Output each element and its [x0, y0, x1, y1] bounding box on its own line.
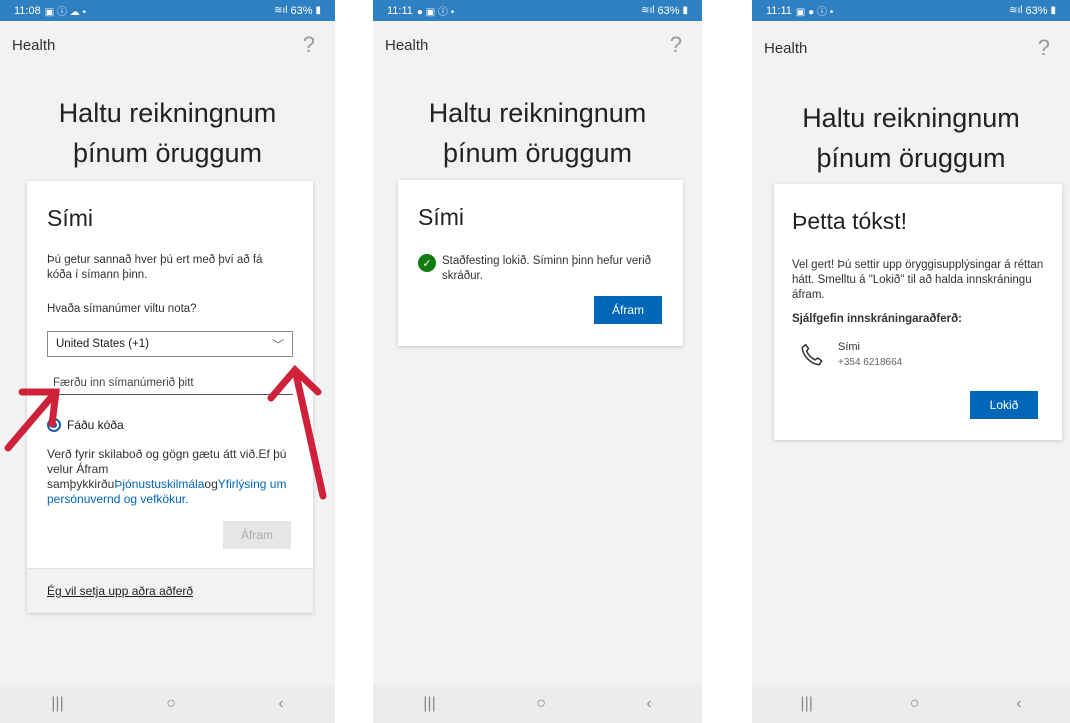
method-name: Sími [838, 341, 860, 353]
home-button[interactable]: ○ [910, 695, 920, 713]
wifi-signal-icon: ≋ıl [1009, 5, 1023, 16]
page-heading: Haltu reikningnum þínum öruggum [802, 103, 1020, 173]
status-bar: 11:11 ▣ ● ⓘ • ≋ıl 63% ▮ [752, 0, 1070, 21]
default-method-label: Sjálfgefin innskráningaraðferð: [792, 313, 962, 325]
app-title: Health [764, 39, 808, 57]
app-title: Health [12, 36, 56, 54]
back-button[interactable]: ‹ [1016, 695, 1021, 713]
home-button[interactable]: ○ [536, 695, 546, 713]
battery-level: 63% [1025, 4, 1048, 17]
phone-icon [801, 343, 823, 366]
phone-screen-2: 11:11 ● ▣ ⓘ • ≋ıl 63% ▮ Health ? Haltu r… [373, 0, 702, 723]
home-button[interactable]: ○ [166, 695, 176, 713]
phone-number-input[interactable]: Færðu inn símanúmerið þitt [47, 371, 293, 395]
battery-level: 63% [290, 4, 313, 17]
notification-icons: ▣ ⓘ ☁ • [44, 7, 87, 18]
wifi-signal-icon: ≋ıl [641, 5, 655, 16]
method-number: +354 6218664 [838, 357, 903, 368]
app-bar: Health ? [0, 21, 335, 69]
phone-screen-1: 11:08 ▣ ⓘ ☁ • ≋ıl 63% ▮ Health ? Haltu r… [0, 0, 335, 723]
back-button[interactable]: ‹ [646, 695, 651, 713]
battery-icon: ▮ [682, 5, 688, 16]
notification-icons: ● ▣ ⓘ • [416, 7, 455, 18]
wifi-signal-icon: ≋ıl [274, 5, 288, 16]
app-bar: Health ? [373, 21, 702, 69]
help-icon[interactable]: ? [1038, 35, 1050, 61]
card-title: Þetta tókst! [792, 208, 908, 234]
terms-text: Verð fyrir skilaboð og gögn gætu átt við… [47, 447, 297, 507]
battery-icon: ▮ [1050, 5, 1056, 16]
card-title: Sími [418, 204, 464, 230]
success-card: Þetta tókst! Vel gert! Þú settir upp öry… [774, 184, 1062, 440]
verification-card: Sími ✓ Staðfesting lokið. Síminn þinn he… [398, 180, 683, 346]
phone-question-label: Hvaða símanúmer viltu nota? [47, 303, 197, 315]
app-title: Health [385, 36, 429, 54]
chevron-down-icon: ﹀ [271, 337, 284, 352]
country-code-value: United States (+1) [56, 338, 150, 350]
terms-of-service-link[interactable]: Þjónustuskilmála [114, 477, 204, 491]
app-bar: Health ? [752, 24, 1070, 72]
clock: 11:11 [387, 4, 413, 17]
card-description: Þú getur sannað hver þú ert með því að f… [47, 254, 263, 281]
battery-level: 63% [657, 4, 680, 17]
clock: 11:08 [14, 4, 41, 17]
verification-status-text: Staðfesting lokið. Síminn þinn hefur ver… [442, 255, 652, 282]
terms-and: og [204, 477, 218, 491]
recent-apps-button[interactable]: ||| [51, 695, 63, 713]
receive-code-option[interactable]: Fáðu kóða [47, 418, 124, 432]
radio-label: Fáðu kóða [67, 418, 124, 432]
radio-selected-icon[interactable] [47, 418, 61, 432]
card-title: Sími [47, 205, 93, 231]
phone-setup-card: Sími Þú getur sannað hver þú ert með því… [27, 181, 313, 613]
success-message: Vel gert! Þú settir upp öryggisupplýsing… [792, 259, 1044, 301]
next-button-disabled[interactable]: Áfram [223, 521, 291, 549]
recent-apps-button[interactable]: ||| [800, 695, 812, 713]
done-button[interactable]: Lokið [970, 391, 1038, 419]
country-code-select[interactable]: United States (+1) ﹀ [47, 331, 293, 357]
recent-apps-button[interactable]: ||| [423, 695, 435, 713]
android-nav-bar: ||| ○ ‹ [752, 685, 1070, 723]
back-button[interactable]: ‹ [278, 695, 283, 713]
battery-icon: ▮ [315, 5, 321, 16]
default-method-item: Sími +354 6218664 [798, 340, 902, 370]
page-heading: Haltu reikningnum þínum öruggum [58, 98, 277, 168]
clock: 11:11 [766, 4, 792, 17]
next-button[interactable]: Áfram [594, 296, 662, 324]
android-nav-bar: ||| ○ ‹ [0, 685, 335, 723]
phone-screen-3: 11:11 ▣ ● ⓘ • ≋ıl 63% ▮ Health ? Haltu r… [752, 0, 1070, 723]
status-bar: 11:08 ▣ ⓘ ☁ • ≋ıl 63% ▮ [0, 0, 335, 21]
help-icon[interactable]: ? [670, 32, 682, 58]
verification-status: ✓ Staðfesting lokið. Síminn þinn hefur v… [418, 254, 668, 284]
help-icon[interactable]: ? [303, 32, 315, 58]
status-bar: 11:11 ● ▣ ⓘ • ≋ıl 63% ▮ [373, 0, 702, 21]
page-heading: Haltu reikningnum þínum öruggum [428, 98, 647, 168]
android-nav-bar: ||| ○ ‹ [373, 685, 702, 723]
check-circle-icon: ✓ [418, 254, 436, 272]
alternate-method-link[interactable]: Ég vil setja upp aðra aðferð [27, 568, 313, 613]
notification-icons: ▣ ● ⓘ • [795, 7, 834, 18]
